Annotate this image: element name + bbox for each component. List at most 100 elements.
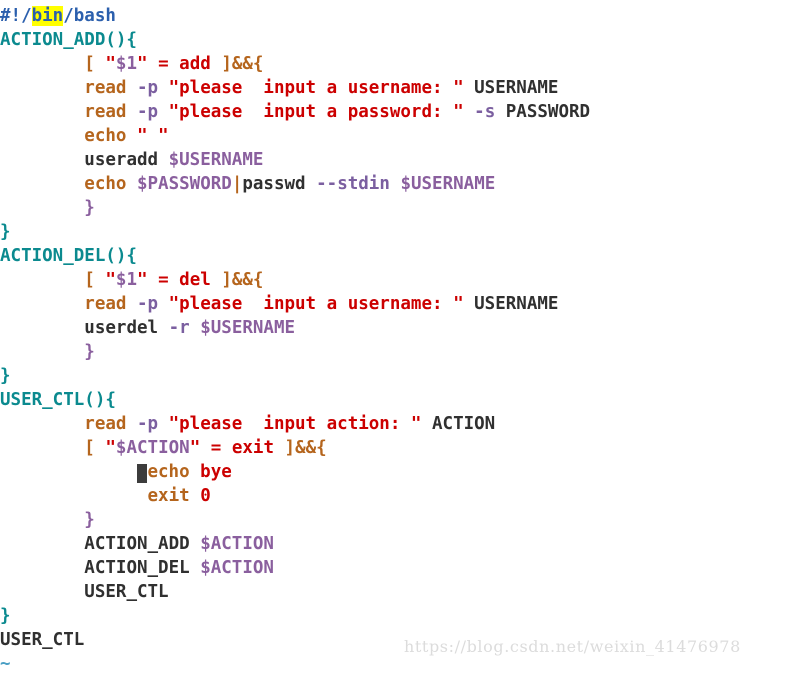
code-token: read: [84, 102, 137, 122]
code-line[interactable]: userdel -r $USERNAME: [0, 316, 790, 340]
code-token: useradd: [84, 150, 169, 170]
code-token: PASSWORD: [495, 102, 591, 122]
code-token: &&{: [231, 54, 264, 74]
code-line[interactable]: #!/bin/bash: [0, 4, 790, 28]
code-token: ~: [0, 654, 11, 674]
code-token: |: [231, 174, 243, 194]
code-token: [: [84, 270, 106, 290]
code-token: -p: [136, 102, 169, 122]
code-token: USER_CTL: [0, 630, 85, 650]
code-line[interactable]: }: [0, 196, 790, 220]
code-token: }: [0, 606, 11, 626]
code-line[interactable]: ACTION_DEL $ACTION: [0, 556, 790, 580]
code-token: read: [84, 294, 137, 314]
code-line[interactable]: useradd $USERNAME: [0, 148, 790, 172]
code-token: ": [105, 438, 116, 458]
code-token: $USERNAME: [200, 318, 296, 338]
code-token: read: [84, 414, 137, 434]
code-token: userdel: [84, 318, 169, 338]
code-token: $PASSWORD: [136, 174, 232, 194]
code-token: ": [137, 54, 148, 74]
code-token: ACTION_DEL: [84, 558, 201, 578]
code-line[interactable]: }: [0, 364, 790, 388]
code-token: $1: [115, 270, 137, 290]
code-editor[interactable]: #!/bin/bash ACTION_ADD(){ [ "$1" = add ]&…: [0, 0, 790, 674]
code-token: ACTION_DEL(){: [0, 246, 137, 266]
watermark-url: https://blog.csdn.net/weixin_41476978: [404, 637, 741, 656]
code-token: "please input a password: ": [168, 102, 464, 122]
code-line[interactable]: }: [0, 604, 790, 628]
code-token: ": [105, 270, 116, 290]
code-line[interactable]: USER_CTL: [0, 580, 790, 604]
code-token: echo: [84, 174, 137, 194]
code-line[interactable]: read -p "please input a username: " USER…: [0, 292, 790, 316]
code-line[interactable]: USER_CTL(){: [0, 388, 790, 412]
code-line[interactable]: read -p "please input a username: " USER…: [0, 76, 790, 100]
code-token: $USERNAME: [168, 150, 264, 170]
code-token: ": [105, 54, 116, 74]
code-line[interactable]: }: [0, 508, 790, 532]
code-token: }: [84, 198, 95, 218]
code-token: $ACTION: [115, 438, 190, 458]
code-token: echo: [147, 462, 201, 482]
code-line[interactable]: [ "$1" = del ]&&{: [0, 268, 790, 292]
code-line[interactable]: echo " ": [0, 124, 790, 148]
code-token: USERNAME: [463, 78, 559, 98]
code-token: $1: [115, 54, 137, 74]
code-token: /bash: [63, 6, 116, 26]
code-line[interactable]: [ "$ACTION" = exit ]&&{: [0, 436, 790, 460]
code-token: passwd: [242, 174, 317, 194]
code-token: bye: [200, 462, 232, 482]
code-token: read: [84, 78, 137, 98]
code-token: }: [0, 222, 11, 242]
code-line[interactable]: exit 0: [0, 484, 790, 508]
code-line[interactable]: echo $PASSWORD|passwd --stdin $USERNAME: [0, 172, 790, 196]
code-token: $USERNAME: [400, 174, 496, 194]
code-line[interactable]: read -p "please input a password: " -s P…: [0, 100, 790, 124]
code-token: #!/: [0, 6, 32, 26]
code-token: = exit: [200, 438, 285, 458]
code-token: ": [137, 270, 148, 290]
code-token: -p: [136, 294, 169, 314]
code-token: }: [84, 342, 95, 362]
code-token: " ": [136, 126, 169, 146]
code-token: echo: [84, 126, 137, 146]
code-token: ]: [221, 270, 232, 290]
code-token: ": [189, 438, 201, 458]
code-token: $ACTION: [200, 534, 274, 554]
code-line[interactable]: }: [0, 220, 790, 244]
code-token: ACTION_ADD: [84, 534, 201, 554]
code-lines-container[interactable]: #!/bin/bash ACTION_ADD(){ [ "$1" = add ]&…: [0, 4, 790, 676]
code-token: exit: [147, 486, 201, 506]
code-token: [: [84, 438, 106, 458]
code-token: = add: [147, 54, 222, 74]
code-token: ]: [284, 438, 296, 458]
code-line[interactable]: [ "$1" = add ]&&{: [0, 52, 790, 76]
code-line[interactable]: echo bye: [0, 460, 790, 484]
code-line[interactable]: ACTION_ADD(){: [0, 28, 790, 52]
code-line[interactable]: ACTION_DEL(){: [0, 244, 790, 268]
code-line[interactable]: read -p "please input action: " ACTION: [0, 412, 790, 436]
code-token: ACTION_ADD(){: [0, 30, 137, 50]
code-token: -s: [474, 102, 496, 122]
text-cursor: [136, 464, 148, 483]
code-token: USERNAME: [463, 294, 559, 314]
code-token: bin: [31, 6, 64, 26]
code-token: USER_CTL: [84, 582, 169, 602]
code-token: "please input a username: ": [168, 78, 464, 98]
code-line[interactable]: }: [0, 340, 790, 364]
code-line[interactable]: ACTION_ADD $ACTION: [0, 532, 790, 556]
